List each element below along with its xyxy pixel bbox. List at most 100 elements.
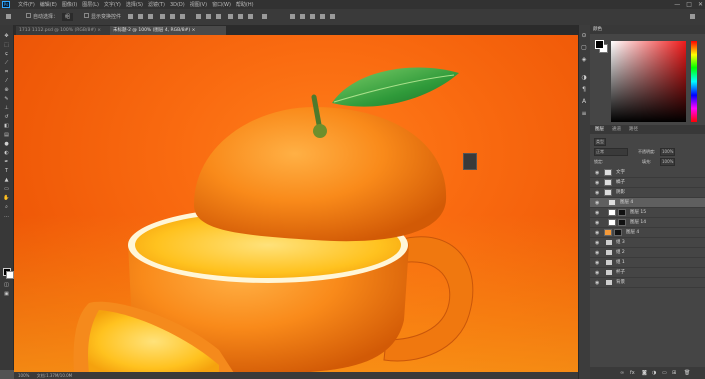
brush-tool-icon[interactable]: ✎: [3, 97, 10, 102]
maximize-button[interactable]: □: [686, 0, 692, 9]
3d-mode-icon[interactable]: [290, 14, 295, 19]
visibility-eye-icon[interactable]: ◉: [595, 230, 599, 236]
visibility-eye-icon[interactable]: ◉: [595, 180, 599, 186]
zoom-level[interactable]: 100%: [18, 373, 29, 378]
layer-style-icon[interactable]: fx: [630, 370, 635, 376]
layer-group-row[interactable]: ◉ 组 3: [590, 238, 705, 248]
align-top-icon[interactable]: [128, 14, 133, 19]
auto-select-checkbox[interactable]: [26, 13, 31, 18]
brush-settings-icon[interactable]: ¶: [581, 87, 587, 93]
foreground-color-swatch[interactable]: [595, 40, 604, 49]
layer-row[interactable]: ◉ 图层 4: [590, 228, 705, 238]
distribute-left-icon[interactable]: [228, 14, 233, 19]
distribute-right-icon[interactable]: [248, 14, 253, 19]
blend-mode-dropdown[interactable]: 正常: [594, 148, 628, 156]
properties-icon[interactable]: ▢: [581, 45, 587, 51]
crop-tool-icon[interactable]: ⌗: [3, 70, 10, 75]
eyedropper-tool-icon[interactable]: ⁄: [3, 79, 10, 84]
close-button[interactable]: ✕: [698, 0, 703, 9]
visibility-eye-icon[interactable]: ◉: [595, 260, 599, 266]
screen-mode-icon[interactable]: ▣: [3, 292, 10, 297]
lasso-tool-icon[interactable]: ɕ: [3, 52, 10, 57]
layer-row[interactable]: ◉ 阴影: [590, 188, 705, 198]
move-tool-icon[interactable]: [6, 14, 11, 19]
hand-tool-icon[interactable]: ✋: [3, 196, 10, 201]
document-canvas[interactable]: [14, 35, 578, 373]
marquee-tool-icon[interactable]: ⬚: [3, 43, 10, 48]
menu-edit[interactable]: 编辑(E): [40, 1, 57, 9]
visibility-eye-icon[interactable]: ◉: [595, 210, 599, 216]
layer-row[interactable]: ◉ 文字: [590, 168, 705, 178]
type-tool-icon[interactable]: T: [3, 169, 10, 174]
healing-brush-tool-icon[interactable]: ⊕: [3, 88, 10, 93]
minimize-button[interactable]: —: [674, 0, 680, 9]
quick-select-tool-icon[interactable]: ⟋: [3, 61, 10, 66]
auto-align-icon[interactable]: [262, 14, 267, 19]
visibility-eye-icon[interactable]: ◉: [595, 190, 599, 196]
menu-view[interactable]: 视图(V): [190, 1, 207, 9]
shape-tool-icon[interactable]: ▭: [3, 187, 10, 192]
align-left-icon[interactable]: [160, 14, 165, 19]
menu-window[interactable]: 窗口(W): [212, 1, 231, 9]
zoom-tool-icon[interactable]: ⌕: [3, 205, 10, 210]
layer-group-row[interactable]: ◉ 杯子: [590, 268, 705, 278]
delete-layer-icon[interactable]: 🗑: [684, 370, 690, 376]
history-icon[interactable]: ⊙: [581, 33, 587, 39]
background-color-swatch[interactable]: [6, 271, 14, 279]
layer-dropdown[interactable]: 组: [62, 13, 74, 21]
menu-3d[interactable]: 3D(D): [170, 1, 185, 9]
visibility-eye-icon[interactable]: ◉: [595, 200, 599, 206]
tab-channels[interactable]: 通道: [612, 126, 621, 134]
path-select-tool-icon[interactable]: ▲: [3, 178, 10, 183]
new-layer-icon[interactable]: ⊞: [672, 370, 676, 376]
add-mask-icon[interactable]: ◙: [642, 370, 647, 376]
layer-mask-thumbnail[interactable]: [618, 219, 626, 226]
tab-color[interactable]: 颜色: [593, 26, 602, 34]
align-middle-icon[interactable]: [138, 14, 143, 19]
character-icon[interactable]: A: [581, 99, 587, 105]
tab-paths[interactable]: 路径: [629, 126, 638, 134]
clone-stamp-tool-icon[interactable]: ⊥: [3, 106, 10, 111]
distribute-middle-icon[interactable]: [206, 14, 211, 19]
layer-row[interactable]: ◉ 橘子: [590, 178, 705, 188]
menu-help[interactable]: 帮助(H): [236, 1, 254, 9]
layer-group-row[interactable]: ◉ 组 1: [590, 258, 705, 268]
adjustment-layer-icon[interactable]: ◑: [652, 370, 656, 376]
3d-slide-icon[interactable]: [330, 14, 335, 19]
align-center-icon[interactable]: [170, 14, 175, 19]
eraser-tool-icon[interactable]: ◧: [3, 124, 10, 129]
distribute-center-icon[interactable]: [238, 14, 243, 19]
dodge-tool-icon[interactable]: ◐: [3, 151, 10, 156]
layer-mask-thumbnail[interactable]: [614, 229, 622, 236]
floating-properties-icon[interactable]: [463, 153, 477, 170]
visibility-eye-icon[interactable]: ◉: [595, 270, 599, 276]
layer-mask-thumbnail[interactable]: [618, 209, 626, 216]
layer-group-row[interactable]: ◉ 组 2: [590, 248, 705, 258]
align-bottom-icon[interactable]: [148, 14, 153, 19]
swatches-icon[interactable]: ◈: [581, 57, 587, 63]
gradient-tool-icon[interactable]: ▤: [3, 133, 10, 138]
pen-tool-icon[interactable]: ✒: [3, 160, 10, 165]
visibility-eye-icon[interactable]: ◉: [595, 280, 599, 286]
history-brush-tool-icon[interactable]: ↺: [3, 115, 10, 120]
visibility-eye-icon[interactable]: ◉: [595, 250, 599, 256]
tab-document-2[interactable]: 未标题-2 @ 100% (图层 4, RGB/8#) ×: [110, 26, 226, 35]
visibility-eye-icon[interactable]: ◉: [595, 220, 599, 226]
workspace-icon[interactable]: [690, 14, 695, 19]
paragraph-icon[interactable]: ≡: [581, 111, 587, 117]
menu-layer[interactable]: 图层(L): [82, 1, 99, 9]
tab-document-1[interactable]: 1713 1112.psd @ 100% (RGB/8#) ×: [16, 26, 114, 35]
layer-row[interactable]: ◉ 图层 14: [590, 218, 705, 228]
menu-file[interactable]: 文件(F): [18, 1, 35, 9]
visibility-eye-icon[interactable]: ◉: [595, 240, 599, 246]
opacity-input[interactable]: 100%: [660, 148, 676, 156]
visibility-eye-icon[interactable]: ◉: [595, 170, 599, 176]
layer-row-selected[interactable]: ◉ 图层 4: [590, 198, 705, 208]
tab-layers[interactable]: 图层: [595, 126, 604, 134]
show-transform-checkbox[interactable]: [84, 13, 89, 18]
link-layers-icon[interactable]: ∞: [620, 370, 624, 376]
menu-filter[interactable]: 滤镜(T): [148, 1, 165, 9]
fill-input[interactable]: 100%: [660, 158, 676, 166]
menu-image[interactable]: 图像(I): [62, 1, 77, 9]
move-tool-icon[interactable]: ✥: [3, 34, 10, 39]
